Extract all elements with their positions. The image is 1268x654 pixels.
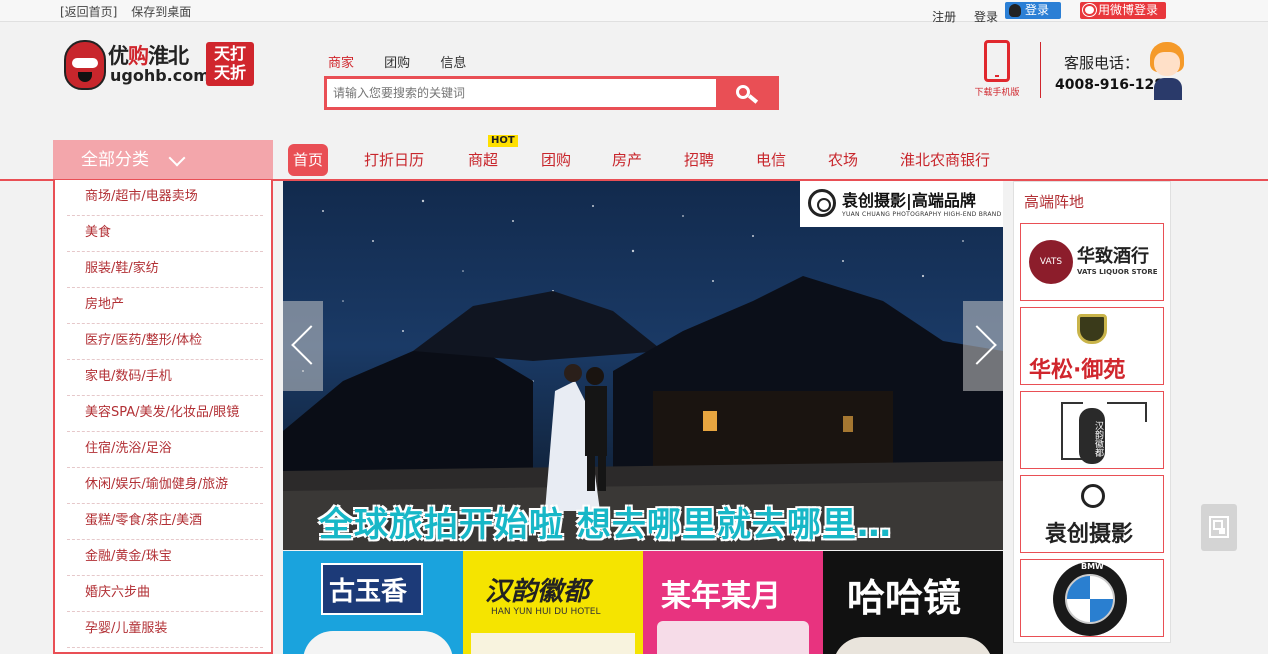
brand-tile-huasong[interactable]: 华松·御苑 xyxy=(1020,307,1164,385)
banner-brand-sub: YUAN CHUANG PHOTOGRAPHY HIGH-END BRAND xyxy=(842,211,1002,218)
bmw-logo-icon: BMW xyxy=(1053,562,1127,636)
banner-next-button[interactable] xyxy=(963,301,1003,391)
tile-title: 古玉香 xyxy=(329,577,408,607)
all-categories-label: 全部分类 xyxy=(81,150,149,170)
qr-code-float-button[interactable] xyxy=(1201,504,1237,551)
logo-badge: 天打 天折 xyxy=(206,42,254,86)
sidebar-item-lodging[interactable]: 住宿/洗浴/足浴 xyxy=(67,432,263,468)
brand-tile-hanyunhuidu[interactable]: 汉韵徽都 xyxy=(1020,391,1164,469)
service-label: 客服电话： xyxy=(1064,54,1140,72)
top-links-left: [返回首页] 保存到桌面 xyxy=(60,3,201,20)
banner-brand-box: 袁创摄影|高端品牌 YUAN CHUANG PHOTOGRAPHY HIGH-E… xyxy=(800,181,1003,227)
sidebar-item-real-estate[interactable]: 房地产 xyxy=(67,288,263,324)
qq-login-button[interactable]: 登录 xyxy=(1005,2,1061,19)
camera-lens-icon xyxy=(808,189,836,217)
nav-item-supermarket[interactable]: 商超 xyxy=(468,144,498,176)
promo-tile-hahajing[interactable]: 哈哈镜 xyxy=(823,551,1003,654)
brand-name: 汉韵徽都 xyxy=(1079,408,1105,464)
premium-brands-title: 高端阵地 xyxy=(1024,193,1085,211)
all-categories-button[interactable]: 全部分类 xyxy=(53,140,273,180)
banner-brand-title: 袁创摄影|高端品牌 xyxy=(842,191,976,210)
brand-tile-yuanchuang[interactable]: 袁创摄影 xyxy=(1020,475,1164,553)
opera-mask-icon xyxy=(64,40,106,90)
register-link[interactable]: 注册 xyxy=(932,10,956,24)
nav-item-groupbuy[interactable]: 团购 xyxy=(541,144,571,176)
nav-item-telecom[interactable]: 电信 xyxy=(756,144,786,176)
sidebar-item-food[interactable]: 美食 xyxy=(67,216,263,252)
qr-code-icon xyxy=(1209,516,1229,538)
qq-icon xyxy=(1009,4,1021,17)
mobile-phone-icon xyxy=(984,40,1010,82)
sidebar-item-wedding[interactable]: 婚庆六步曲 xyxy=(67,576,263,612)
sidebar-item-clothing[interactable]: 服装/鞋/家纺 xyxy=(67,252,263,288)
promo-tile-hanyunhuidu[interactable]: 汉韵徽都 HAN YUN HUI DU HOTEL xyxy=(463,551,643,654)
brand-tile-bmw[interactable]: BMW xyxy=(1020,559,1164,637)
logo-domain: ugohb.com xyxy=(110,66,210,85)
shield-icon xyxy=(1077,314,1107,344)
brand-name: BMW xyxy=(1081,562,1104,571)
header-divider xyxy=(1040,42,1041,98)
search-tab-groupbuy[interactable]: 团购 xyxy=(384,56,410,71)
download-app-link[interactable]: 下载手机版 xyxy=(972,40,1022,98)
weibo-login-button[interactable]: 用微博登录 xyxy=(1080,2,1166,19)
promo-tile-mounian[interactable]: 某年某月 xyxy=(643,551,823,654)
download-app-label: 下载手机版 xyxy=(974,88,1020,98)
banner-slogan: 全球旅拍开始啦 想去哪里就去哪里… xyxy=(319,505,892,545)
sidebar-item-medical[interactable]: 医疗/医药/整形/体检 xyxy=(67,324,263,360)
sidebar-item-finance[interactable]: 金融/黄金/珠宝 xyxy=(67,540,263,576)
wedding-couple-image xyxy=(545,364,607,511)
back-home-link[interactable]: [返回首页] xyxy=(60,5,117,19)
category-sidebar: 商场/超市/电器卖场 美食 服装/鞋/家纺 房地产 医疗/医药/整形/体检 家电… xyxy=(53,180,273,654)
sidebar-item-leisure[interactable]: 休闲/娱乐/瑜伽健身/旅游 xyxy=(67,468,263,504)
nav-item-home[interactable]: 首页 xyxy=(288,144,329,176)
hot-badge: HOT xyxy=(488,135,518,147)
top-links-right: 注册 登录 xyxy=(918,8,998,25)
weibo-icon xyxy=(1083,4,1096,16)
camera-lens-icon xyxy=(1081,484,1105,508)
search-tab-merchant[interactable]: 商家 xyxy=(328,56,354,71)
qq-login-label: 登录 xyxy=(1025,3,1050,17)
tile-title: 哈哈镜 xyxy=(847,576,962,620)
weibo-login-label: 用微博登录 xyxy=(1098,3,1159,17)
search-icon-handle xyxy=(747,94,759,104)
premium-brands-panel: 高端阵地 VATS 华致酒行 VATS LIQUOR STORE 华松·御苑 汉… xyxy=(1013,181,1171,643)
login-link[interactable]: 登录 xyxy=(974,10,998,24)
hero-banner[interactable]: 袁创摄影|高端品牌 YUAN CHUANG PHOTOGRAPHY HIGH-E… xyxy=(283,181,1003,550)
brand-name: 华致酒行 xyxy=(1077,246,1149,267)
brand-sub: VATS LIQUOR STORE xyxy=(1077,268,1158,276)
customer-service-avatar xyxy=(1148,40,1188,100)
search-tabs: 商家 团购 信息 xyxy=(328,52,492,71)
chevron-down-icon xyxy=(168,149,186,167)
tile-title: 某年某月 xyxy=(661,579,781,614)
tile-subtitle: HAN YUN HUI DU HOTEL xyxy=(491,607,601,617)
search-box xyxy=(324,76,779,110)
search-input[interactable] xyxy=(327,79,719,107)
search-button[interactable] xyxy=(716,79,776,107)
sidebar-item-electronics[interactable]: 家电/数码/手机 xyxy=(67,360,263,396)
save-desktop-link[interactable]: 保存到桌面 xyxy=(131,5,191,19)
nav-item-discount-calendar[interactable]: 打折日历 xyxy=(364,144,424,176)
nav-item-real-estate[interactable]: 房产 xyxy=(612,144,642,176)
search-tab-info[interactable]: 信息 xyxy=(440,56,466,71)
nav-item-farm[interactable]: 农场 xyxy=(828,144,858,176)
top-bar: [返回首页] 保存到桌面 注册 登录 登录 用微博登录 xyxy=(0,0,1268,25)
brand-name: 华松·御苑 xyxy=(1029,358,1126,383)
sidebar-item-baby[interactable]: 孕婴/儿童服装 xyxy=(67,612,263,648)
promo-tile-guyuxiang[interactable]: 古玉香 xyxy=(283,551,463,654)
brand-name: 袁创摄影 xyxy=(1045,522,1134,547)
sidebar-item-beauty[interactable]: 美容SPA/美发/化妆品/眼镜 xyxy=(67,396,263,432)
sidebar-item-cake[interactable]: 蛋糕/零食/茶庄/美酒 xyxy=(67,504,263,540)
tile-title: 汉韵徽都 xyxy=(485,577,590,607)
vats-logo-icon: VATS xyxy=(1029,240,1073,284)
brand-tile-vats[interactable]: VATS 华致酒行 VATS LIQUOR STORE xyxy=(1020,223,1164,301)
nav-item-jobs[interactable]: 招聘 xyxy=(684,144,714,176)
ancient-buildings-image xyxy=(283,276,1003,550)
site-logo[interactable]: 优购淮北 ugohb.com 天打 天折 xyxy=(64,38,259,94)
nav-item-bank[interactable]: 淮北农商银行 xyxy=(900,144,990,176)
sidebar-item-malls[interactable]: 商场/超市/电器卖场 xyxy=(67,180,263,216)
banner-prev-button[interactable] xyxy=(283,301,323,391)
